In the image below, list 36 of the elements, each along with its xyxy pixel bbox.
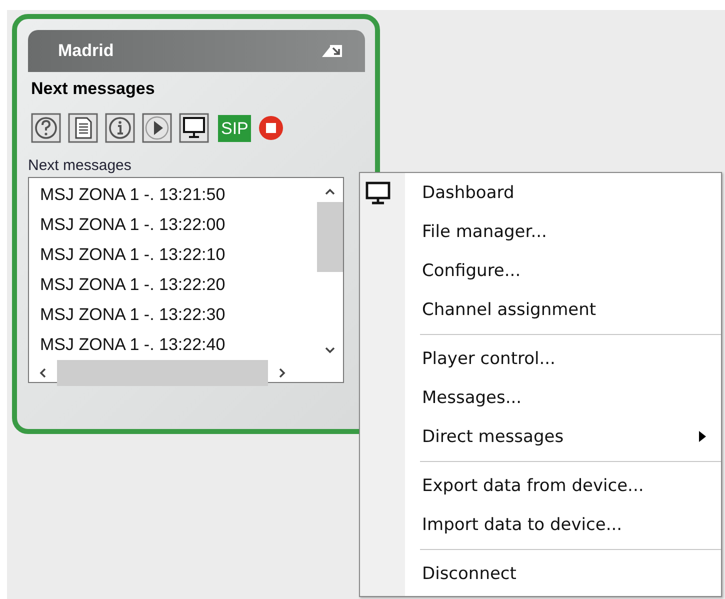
- message-item[interactable]: MSJ ZONA 1 -. 13:22:30: [40, 300, 317, 330]
- menu-item[interactable]: File manager...: [360, 212, 721, 251]
- scroll-thumb[interactable]: [57, 360, 268, 386]
- scroll-left-icon[interactable]: [39, 368, 47, 378]
- sip-button[interactable]: SIP: [218, 114, 252, 142]
- list-label: Next messages: [28, 157, 132, 174]
- message-item[interactable]: MSJ ZONA 1 -. 13:22:40: [40, 330, 317, 360]
- menu-item[interactable]: Channel assignment: [360, 290, 721, 329]
- message-item[interactable]: MSJ ZONA 1 -. 13:21:50: [40, 180, 317, 210]
- menu-item[interactable]: Configure...: [360, 251, 721, 290]
- menu-item[interactable]: Player control...: [360, 339, 721, 378]
- monitor-icon: [365, 180, 391, 204]
- menu-item[interactable]: Export data from device...: [360, 466, 721, 505]
- resize-icon[interactable]: [321, 44, 343, 58]
- scroll-up-icon[interactable]: [325, 188, 335, 196]
- document-icon[interactable]: [68, 113, 98, 143]
- menu-item[interactable]: Messages...: [360, 378, 721, 417]
- panel-heading: Next messages: [31, 79, 156, 99]
- menu-item[interactable]: Direct messages: [360, 417, 721, 456]
- menu-item[interactable]: Import data to device...: [360, 505, 721, 544]
- help-icon[interactable]: [31, 113, 61, 143]
- message-list[interactable]: MSJ ZONA 1 -. 13:21:50 MSJ ZONA 1 -. 13:22:00 MSJ ZONA 1 -. 13:22:10 MSJ ZONA 1 -. 13:22:20 MSJ ZONA 1 -. 13:22:30 MSJ ZONA 1 -. 13:22:40: [28, 177, 344, 383]
- message-item[interactable]: MSJ ZONA 1 -. 13:22:20: [40, 270, 317, 300]
- menu-item[interactable]: Disconnect: [360, 554, 721, 593]
- scroll-right-icon[interactable]: [278, 368, 286, 378]
- scroll-down-icon[interactable]: [325, 346, 335, 354]
- menu-item[interactable]: Dashboard: [360, 173, 721, 212]
- scroll-thumb[interactable]: [317, 202, 343, 272]
- message-item[interactable]: MSJ ZONA 1 -. 13:22:10: [40, 240, 317, 270]
- message-item[interactable]: MSJ ZONA 1 -. 13:22:00: [40, 210, 317, 240]
- submenu-arrow-icon: [699, 431, 706, 442]
- panel-title: Madrid: [58, 41, 114, 61]
- stop-icon[interactable]: [258, 115, 284, 141]
- play-icon[interactable]: [142, 113, 172, 143]
- info-icon[interactable]: [105, 113, 135, 143]
- monitor-icon[interactable]: [179, 113, 209, 143]
